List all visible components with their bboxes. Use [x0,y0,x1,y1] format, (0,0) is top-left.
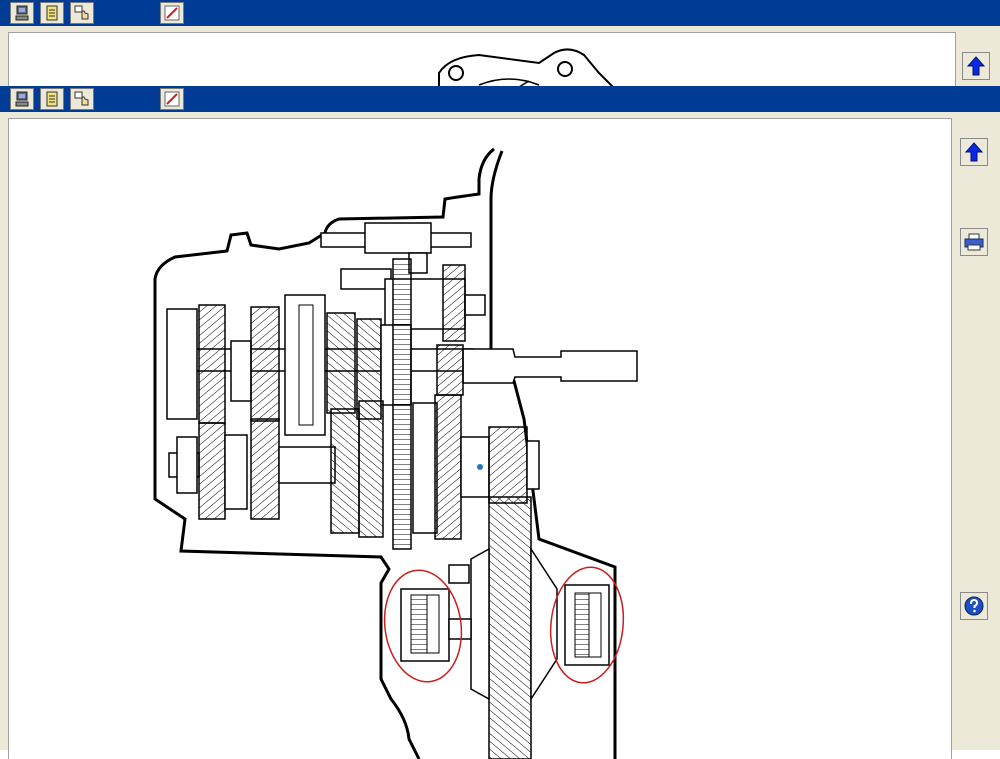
transmission-cross-section-drawing [153,147,638,759]
edit-pen-icon [164,5,180,21]
back-window-panel [0,26,1000,93]
help-icon [964,596,984,616]
arrow-up-icon [966,56,986,76]
hand-pointer-icon [74,5,89,20]
back-scroll-up-button[interactable] [962,52,990,80]
edit-button[interactable] [160,88,184,110]
back-hand-pointer-button[interactable] [70,2,94,24]
arrow-up-icon [964,142,984,162]
hand-pointer-icon [74,91,89,106]
print-button[interactable] [960,228,988,256]
computer-icon [15,91,29,107]
edit-pen-icon [164,91,180,107]
document-button[interactable] [40,88,64,110]
front-window-toolbar [0,86,1000,112]
back-drawing [438,48,700,93]
document-icon [46,5,58,21]
back-document-button[interactable] [40,2,64,24]
printer-icon [964,233,984,251]
computer-button[interactable] [10,88,34,110]
back-computer-button[interactable] [10,2,34,24]
back-window-toolbar [0,0,1000,26]
back-edit-button[interactable] [160,2,184,24]
transmission-drawing-canvas [8,118,952,759]
scroll-up-button[interactable] [960,138,988,166]
document-icon [46,91,58,107]
help-button[interactable] [960,592,988,620]
hand-pointer-button[interactable] [70,88,94,110]
back-drawing-canvas [8,32,956,93]
front-window-panel [0,112,1000,759]
computer-icon [15,5,29,21]
